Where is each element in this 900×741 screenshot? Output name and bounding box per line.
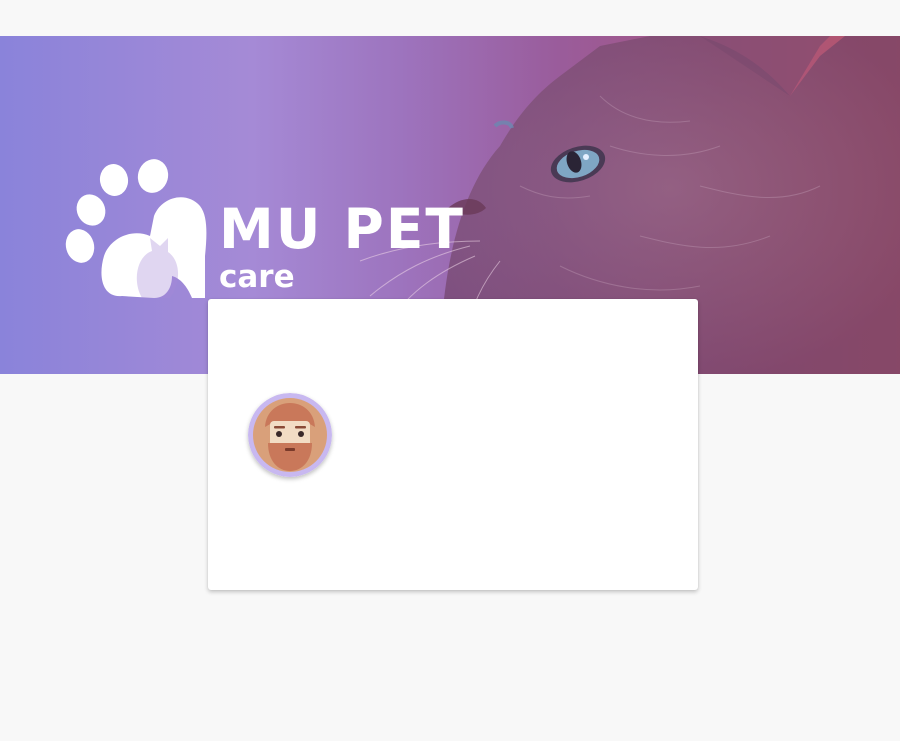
page: MU PET care (0, 0, 900, 741)
brand-logo[interactable]: MU PET care (62, 156, 482, 306)
brand-name: MU PET (219, 197, 465, 261)
brand-tagline: care (219, 259, 295, 295)
bearded-man-avatar-icon[interactable] (248, 393, 332, 477)
profile-card (208, 299, 698, 590)
paw-pet-icon (65, 159, 207, 298)
